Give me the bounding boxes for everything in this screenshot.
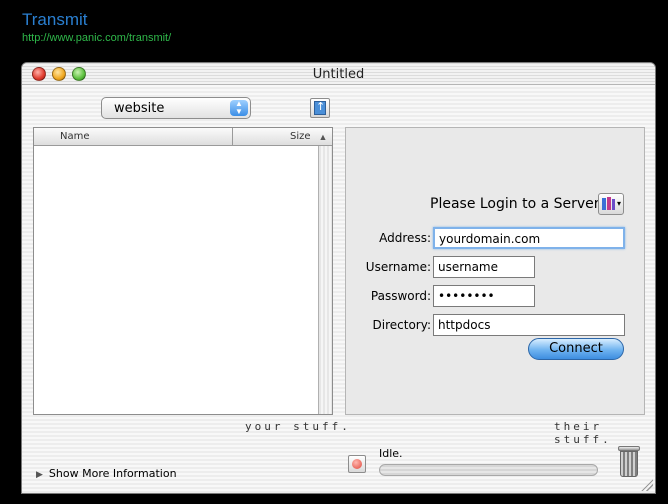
address-input[interactable]: yourdomain.com [433, 227, 625, 249]
password-label: Password: [370, 289, 431, 303]
window-title: Untitled [312, 67, 365, 82]
stop-icon [352, 459, 362, 469]
favorites-button[interactable]: ▾ [598, 193, 624, 215]
local-file-list[interactable]: Name Size ▲ [33, 127, 333, 415]
directory-label: Directory: [372, 318, 431, 332]
banner-url[interactable]: http://www.panic.com/transmit/ [22, 32, 171, 44]
upload-button[interactable] [310, 98, 330, 118]
their-stuff-label: their stuff. [554, 420, 612, 446]
show-more-toggle[interactable]: ▶ Show More Information [36, 467, 177, 480]
site-select[interactable]: website ▲ ▼ [101, 97, 251, 119]
list-scrollbar[interactable] [318, 146, 332, 414]
sort-arrow-icon[interactable]: ▲ [317, 130, 329, 144]
username-label: Username: [365, 260, 431, 274]
login-heading: Please Login to a Server [430, 196, 600, 212]
caret-down-icon: ▾ [616, 199, 621, 208]
your-stuff-label: your stuff. [245, 420, 351, 433]
column-header-size[interactable]: Size [290, 131, 311, 142]
address-label: Address: [379, 231, 431, 245]
books-icon-part [607, 197, 611, 210]
show-more-label[interactable]: Show More Information [49, 467, 177, 480]
resize-grip-icon[interactable] [641, 479, 653, 491]
books-icon [602, 198, 606, 210]
username-input[interactable]: username [433, 256, 535, 278]
connect-button[interactable]: Connect [528, 338, 624, 360]
trash-icon[interactable] [617, 446, 641, 478]
site-select-value: website [114, 101, 165, 116]
upload-icon [314, 100, 326, 115]
status-text: Idle. [379, 447, 403, 460]
trash-can [620, 451, 638, 477]
list-header: Name Size ▲ [34, 128, 332, 146]
books-icon-part [612, 199, 615, 210]
disclosure-triangle-icon[interactable]: ▶ [36, 470, 43, 480]
column-divider[interactable] [232, 128, 233, 146]
column-header-name[interactable]: Name [60, 131, 90, 142]
title-bar[interactable]: Untitled [22, 63, 655, 85]
directory-input[interactable]: httpdocs [433, 314, 625, 336]
banner-title: Transmit [22, 10, 88, 29]
stop-button[interactable] [348, 455, 366, 473]
transmit-window: Untitled website ▲▼ Name Size ▲ your stu… [21, 62, 656, 494]
select-arrows-icon: ▲ ▼ [230, 100, 248, 116]
login-panel: Please Login to a Server ▾ Address: your… [345, 127, 645, 415]
progress-bar [379, 464, 598, 476]
password-input[interactable]: •••••••• [433, 285, 535, 307]
